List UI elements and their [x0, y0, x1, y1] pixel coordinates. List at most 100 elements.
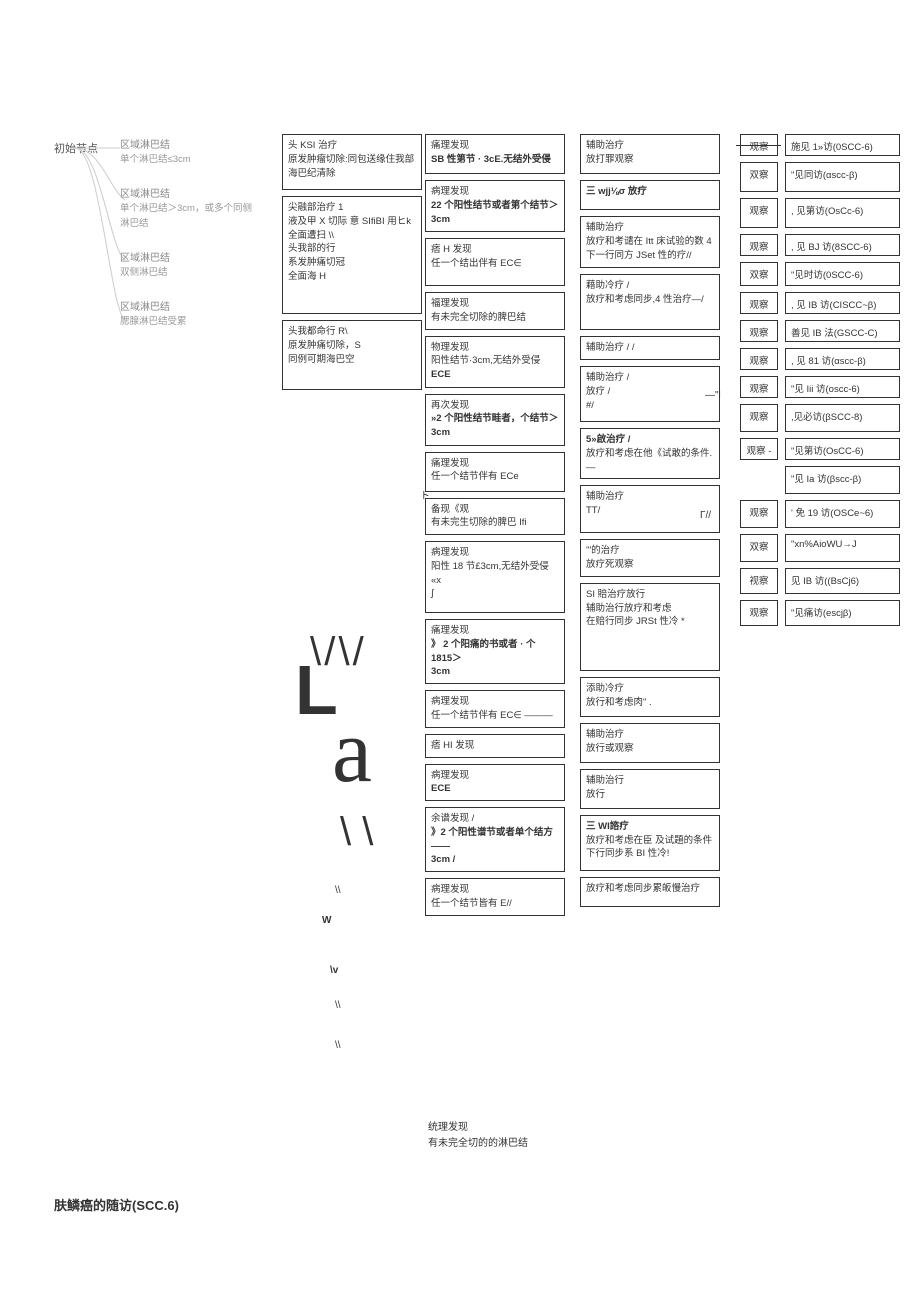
- adjuvant-box: 三 wjj⅛σ 放疗: [580, 180, 720, 210]
- box-line: 病理发现: [431, 185, 559, 199]
- box-line: 辅助治疗 /: [586, 371, 714, 385]
- treatment-box: 头 KSI 治疗 原发肿瘤切除:同包送缘住我部 海巴纪清除: [282, 134, 422, 190]
- deco-glyph: \ \: [340, 810, 373, 855]
- reference-box: , 见 BJ 访(8SCC-6): [785, 234, 900, 256]
- finding-box: 病理发现任一个结节伴有 EC∈ ———: [425, 690, 565, 728]
- treatment-box: 尖融部治疗 1 液及甲 X 切际 意 SIfiBI 用ヒk 全面遭扫 \\ 头我…: [282, 196, 422, 314]
- region-desc: 腮腺淋巴结受累: [120, 315, 260, 329]
- observe-box: 双察: [740, 162, 778, 192]
- adjuvant-box: 辅助治行放行: [580, 769, 720, 809]
- box-line: 3cm: [431, 213, 559, 227]
- box-line: 全面海 H: [288, 270, 416, 284]
- box-line: 备现《观: [431, 503, 559, 517]
- box-line: 三 WI諮疗: [586, 820, 714, 834]
- deco-letter-a: a: [332, 700, 372, 803]
- adjuvant-box: 添助冷疗放行和考虑肉" .: [580, 677, 720, 717]
- adjuvant-box: '"的治疗放疗死观察: [580, 539, 720, 577]
- observe-box: 观察: [740, 376, 778, 398]
- observe-box: 视察: [740, 568, 778, 594]
- box-line: «x: [431, 574, 559, 588]
- box-line: 头我部的行: [288, 242, 416, 256]
- adjuvant-box: 三 WI諮疗放疗和考虑在臣 及试題的条件下行同步系 BI 性冷!: [580, 815, 720, 871]
- loose-line: 统理发现: [428, 1120, 528, 1136]
- reference-box: "见 Iii 访(oscc-6): [785, 376, 900, 398]
- box-line: 任一个结节皆有 E//: [431, 897, 559, 911]
- box-line: 3cm /: [431, 853, 559, 867]
- box-line: 放疗和考虑在他《试敢的条件.—: [586, 447, 714, 475]
- adjuvant-box: 5»啟治疗 /放疗和考虑在他《试敢的条件.—: [580, 428, 720, 479]
- box-line: 病理发现: [431, 883, 559, 897]
- observe-box: 观察: [740, 234, 778, 256]
- deco-glyph: \\: [335, 1000, 341, 1011]
- box-line: 头我都命行 R\: [288, 325, 416, 339]
- box-line: 任一个结出伴有 EC∈: [431, 257, 559, 271]
- observe-box: 观察 -: [740, 438, 778, 460]
- observe-box: 观察: [740, 134, 778, 156]
- adjuvant-box: 辅助治疗 /放疗 / #/: [580, 366, 720, 422]
- box-line: 病理发现: [431, 695, 559, 709]
- finding-box: 余谱发现 /》2 个阳性谱节或者单个结方——3cm /: [425, 807, 565, 872]
- deco-glyph: —"l: [705, 390, 721, 401]
- finding-box: 再次发现»2 个阳性结节畦者，个结节＞3cm: [425, 394, 565, 446]
- box-line: 有未完生切除的脾巴 Ifi: [431, 516, 559, 530]
- box-line: 辅助治疗: [586, 490, 714, 504]
- box-line: 》 2 个阳痛的书或者 · 个 1815＞: [431, 638, 559, 666]
- adjuvant-box: 辅助治疗放打罪观察: [580, 134, 720, 174]
- deco-glyph: \\: [335, 1040, 341, 1051]
- box-line: 3cm: [431, 665, 559, 679]
- region-title: 区域淋巴结: [120, 138, 260, 153]
- box-line: 物理发现: [431, 341, 559, 355]
- deco-glyph: \\: [335, 885, 341, 896]
- finding-box: 备现《观有未完生切除的脾巴 Ifi: [425, 498, 565, 536]
- adjuvant-box: 藉助冷疗 /放疗和考虑同步,4 性治疗—/: [580, 274, 720, 330]
- box-line: ECE: [431, 368, 559, 382]
- box-line: 阳性结节·3cm,无结外受侵: [431, 354, 559, 368]
- reference-box: ' 免 19 访(OSCe~6): [785, 500, 900, 528]
- box-line: 放打罪观察: [586, 153, 714, 167]
- box-line: 辅助治疗: [586, 221, 714, 235]
- finding-box: 痞 H 发现任一个结出伴有 EC∈: [425, 238, 565, 286]
- box-line: 系发肿痛切冠: [288, 256, 416, 270]
- box-line: 》2 个阳性谱节或者单个结方——: [431, 826, 559, 854]
- box-line: 痛理发现: [431, 457, 559, 471]
- region-desc: 单个淋巴结＞3cm，或多个同侧淋巴结: [120, 202, 260, 231]
- box-line: 放疗和考虑同步,4 性治疗—/: [586, 293, 714, 307]
- box-line: 阳性 18 节£3cm,无结外受侵: [431, 560, 559, 574]
- adjuvant-box: 辅助治疗放疗和考谴在 Itt 床试验的数 4 下一行同方 JSet 性的疗//: [580, 216, 720, 268]
- region-list: 区域淋巴结 单个淋巴结≤3cm 区域淋巴结 单个淋巴结＞3cm，或多个同侧淋巴结…: [120, 138, 260, 349]
- box-line: 藉助冷疗 /: [586, 279, 714, 293]
- adjuvant-box: 辅助治疗放行或观察: [580, 723, 720, 763]
- deco-letter-w: W: [322, 915, 331, 926]
- box-line: »2 个阳性结节畦者，个结节＞: [431, 412, 559, 426]
- box-line: 辅助治行: [586, 774, 714, 788]
- box-line: SI 賠治疗放行: [586, 588, 714, 602]
- box-line: 再次发现: [431, 399, 559, 413]
- box-line: 任一个结节伴有 ECe: [431, 470, 559, 484]
- box-line: 放疗和考谴在 Itt 床试验的数 4 下一行同方 JSet 性的疗//: [586, 235, 714, 263]
- observe-box: 观察: [740, 292, 778, 314]
- box-line: 病理发现: [431, 546, 559, 560]
- deco-letter-l: L: [295, 650, 338, 730]
- reference-box: 施见 1»访(0SCC-6): [785, 134, 900, 156]
- box-line: #/: [586, 399, 714, 413]
- reference-box: "xn%AioWU→J: [785, 534, 900, 562]
- adjuvant-box: SI 賠治疗放行辅助治行放疗和考虑在赔行同步 JRSt 性冷 *: [580, 583, 720, 671]
- box-line: 痛理发现: [431, 624, 559, 638]
- box-line: 在赔行同步 JRSt 性冷 *: [586, 615, 714, 629]
- box-line: 海巴纪清除: [288, 167, 416, 181]
- box-line: 同例可期海巴空: [288, 353, 416, 367]
- reference-box: ,见必访(βSCC-8): [785, 404, 900, 432]
- finding-box: 物理发现阳性结节·3cm,无结外受侵ECE: [425, 336, 565, 388]
- observe-box: 双察: [740, 262, 778, 286]
- box-line: 原发肿痛切除，S: [288, 339, 416, 353]
- box-line: 任一个结节伴有 EC∈ ———: [431, 709, 559, 723]
- box-line: ECE: [431, 782, 559, 796]
- box-line: 辅助治疗: [586, 728, 714, 742]
- box-line: 放疗 /: [586, 385, 714, 399]
- reference-box: "见痛访(escjβ): [785, 600, 900, 626]
- box-line: 放行: [586, 788, 714, 802]
- box-line: 三 wjj⅛σ 放疗: [586, 185, 714, 199]
- box-line: 病理发现: [431, 769, 559, 783]
- box-line: 5»啟治疗 /: [586, 433, 714, 447]
- region-title: 区域淋巴结: [120, 251, 260, 266]
